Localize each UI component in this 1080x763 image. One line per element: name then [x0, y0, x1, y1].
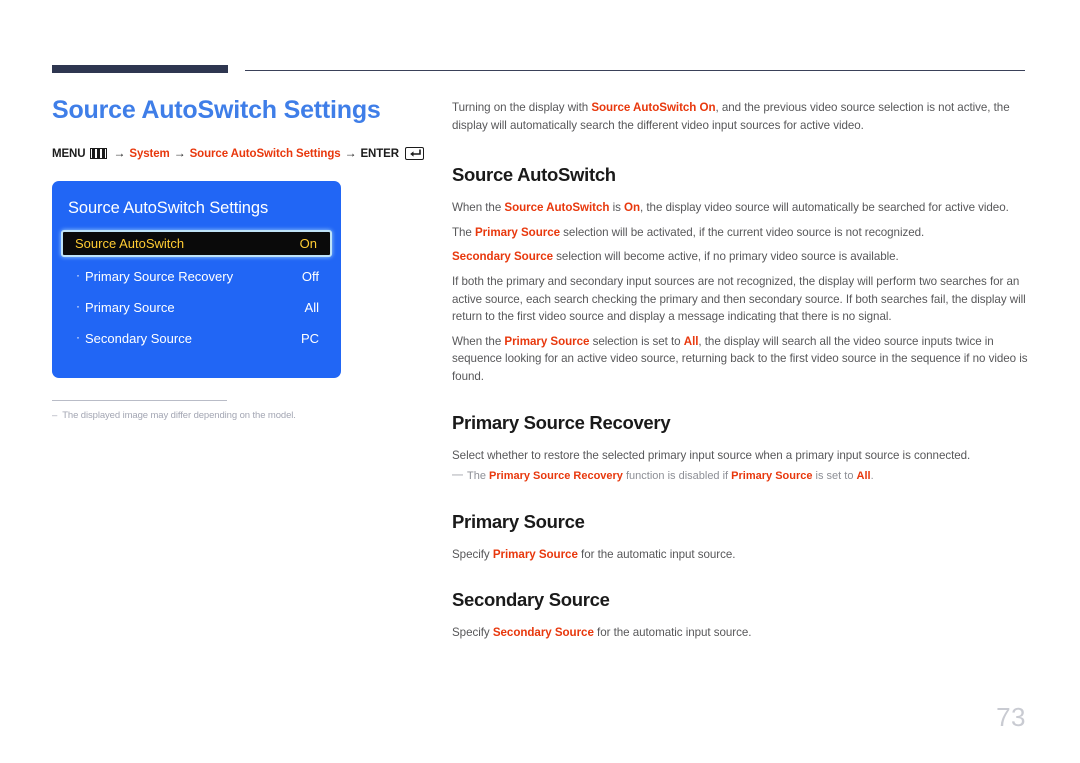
- breadcrumb-step-source-autoswitch-settings[interactable]: Source AutoSwitch Settings: [190, 148, 341, 160]
- left-column: Source AutoSwitch Settings MENU → System…: [52, 96, 432, 421]
- txt: The: [467, 470, 490, 483]
- header-rule-thin: [245, 70, 1025, 71]
- paragraph-primary-activated: The Primary Source selection will be act…: [452, 224, 1030, 242]
- accent: Secondary Source: [492, 626, 594, 640]
- accent: All: [683, 334, 699, 348]
- txt: Specify: [452, 626, 493, 640]
- txt: .: [870, 470, 874, 483]
- bullet-icon: ·: [76, 329, 80, 344]
- note-recovery-disabled: — The Primary Source Recovery function i…: [452, 468, 1030, 485]
- osd-label: Source AutoSwitch: [75, 235, 185, 251]
- paragraph-secondary-active: Secondary Source selection will become a…: [452, 248, 1030, 266]
- txt: , the display video source will automati…: [640, 201, 1009, 215]
- txt: If both the primary and secondary input …: [452, 275, 1026, 324]
- txt: is set to: [812, 470, 857, 483]
- accent: On: [624, 201, 641, 215]
- right-column: Turning on the display with Source AutoS…: [452, 99, 1030, 649]
- breadcrumb: MENU → System → Source AutoSwitch Settin…: [52, 145, 432, 161]
- paragraph-autoswitch-on: When the Source AutoSwitch is On, the di…: [452, 199, 1030, 217]
- enter-label: ENTER: [360, 147, 399, 160]
- osd-label: Primary Source Recovery: [85, 269, 234, 285]
- footnote-divider: [52, 399, 227, 401]
- paragraph-both-not-recognized: If both the primary and secondary input …: [452, 273, 1030, 326]
- intro-paragraph: Turning on the display with Source AutoS…: [452, 99, 1030, 134]
- page-number: 73: [996, 702, 1026, 732]
- txt: When the: [452, 201, 505, 215]
- txt: for the automatic input source.: [593, 626, 752, 640]
- bullet-icon: ·: [76, 298, 80, 313]
- osd-value: On: [299, 235, 317, 251]
- header-rule-thick: [52, 65, 228, 73]
- txt: is: [609, 201, 625, 215]
- section-heading-primary-source: Primary Source: [452, 510, 585, 532]
- osd-row-source-autoswitch[interactable]: Source AutoSwitch On: [61, 229, 332, 257]
- txt: selection will be activated, if the curr…: [560, 225, 925, 239]
- breadcrumb-step-system[interactable]: System: [129, 148, 169, 160]
- osd-title: Source AutoSwitch Settings: [68, 198, 269, 217]
- osd-footnote: – The displayed image may differ dependi…: [52, 399, 296, 421]
- footnote-text: The displayed image may differ depending…: [62, 409, 296, 421]
- menu-grid-icon: [90, 148, 108, 160]
- txt: function is disabled if: [622, 470, 732, 483]
- note-text: The Primary Source Recovery function is …: [467, 468, 874, 485]
- section-heading-secondary-source: Secondary Source: [452, 589, 610, 611]
- paragraph-secondary-source: Specify Secondary Source for the automat…: [452, 624, 1030, 642]
- enter-return-icon: [404, 147, 424, 161]
- osd-row-primary-source-recovery[interactable]: · Primary Source Recovery Off: [52, 263, 341, 291]
- osd-value: Off: [301, 269, 319, 285]
- osd-row-primary-source[interactable]: · Primary Source All: [52, 294, 341, 322]
- accent: Secondary Source: [452, 250, 554, 264]
- section-heading-source-autoswitch: Source AutoSwitch: [452, 164, 616, 186]
- paragraph-primary-source: Specify Primary Source for the automatic…: [452, 546, 1030, 564]
- paragraph-recovery-body: Select whether to restore the selected p…: [452, 448, 971, 462]
- intro-accent1: Source AutoSwitch On: [591, 101, 716, 114]
- accent: Primary Source: [504, 334, 590, 348]
- osd-panel: Source AutoSwitch Settings Source AutoSw…: [52, 180, 341, 378]
- osd-value: All: [304, 300, 319, 316]
- accent: Source AutoSwitch: [504, 201, 610, 215]
- paragraph-primary-all: When the Primary Source selection is set…: [452, 333, 1030, 386]
- osd-label: Primary Source: [85, 300, 175, 316]
- accent: Primary Source: [731, 470, 813, 483]
- txt: When the: [452, 334, 505, 348]
- accent: All: [856, 470, 871, 483]
- footnote-dash: –: [52, 409, 58, 421]
- txt: selection will become active, if no prim…: [553, 250, 899, 264]
- note-dash: —: [452, 469, 463, 482]
- section-heading-primary-source-recovery: Primary Source Recovery: [452, 411, 671, 433]
- accent: Primary Source: [492, 547, 578, 561]
- arrow-icon-2: →: [173, 145, 186, 160]
- arrow-icon-3: →: [344, 145, 357, 160]
- osd-label: Secondary Source: [85, 331, 192, 347]
- txt: selection is set to: [589, 334, 684, 348]
- txt: The: [452, 225, 475, 239]
- osd-row-secondary-source[interactable]: · Secondary Source PC: [52, 325, 341, 353]
- accent: Primary Source: [475, 225, 561, 239]
- arrow-icon-1: →: [113, 145, 126, 160]
- txt: Specify: [452, 547, 493, 561]
- intro-part1: Turning on the display with: [452, 101, 592, 114]
- osd-value: PC: [300, 331, 319, 347]
- menu-label: MENU: [52, 147, 86, 160]
- bullet-icon: ·: [76, 267, 80, 282]
- accent: Primary Source Recovery: [489, 470, 623, 483]
- txt: for the automatic input source.: [577, 547, 736, 561]
- page-title: Source AutoSwitch Settings: [52, 96, 381, 124]
